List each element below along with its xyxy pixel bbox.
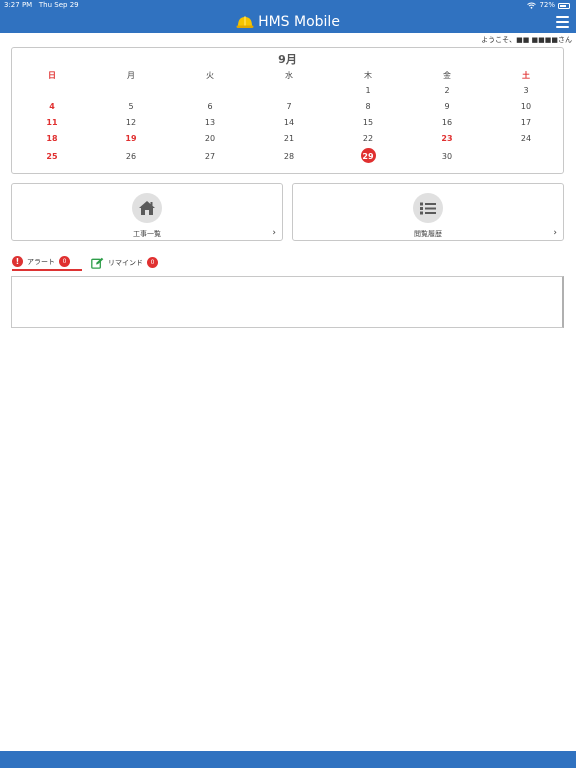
- weekday-header: 土: [522, 71, 530, 80]
- calendar-day[interactable]: 22: [338, 134, 398, 143]
- app-footer: [0, 751, 576, 768]
- calendar-day-today[interactable]: 29: [338, 152, 398, 161]
- edit-icon: [91, 257, 104, 269]
- calendar-day[interactable]: 3: [496, 86, 556, 95]
- calendar-day[interactable]: 20: [180, 134, 240, 143]
- calendar-day[interactable]: 5: [101, 102, 161, 111]
- calendar-day[interactable]: 18: [22, 134, 82, 143]
- remind-count-badge: 0: [147, 257, 158, 268]
- alert-count-badge: 0: [59, 256, 70, 267]
- calendar-month: 9月: [278, 53, 297, 66]
- calendar-day[interactable]: 11: [22, 118, 82, 127]
- calendar-day[interactable]: 6: [180, 102, 240, 111]
- construction-list-button[interactable]: 工事一覧 ›: [11, 183, 283, 241]
- tab-remind[interactable]: リマインド 0: [91, 254, 158, 271]
- calendar-day[interactable]: 28: [259, 152, 319, 161]
- app-title: HMS Mobile: [258, 14, 340, 30]
- calendar-day[interactable]: 27: [180, 152, 240, 161]
- chevron-right-icon: ›: [272, 228, 276, 238]
- weekday-header: 月: [127, 71, 135, 80]
- calendar-day[interactable]: 26: [101, 152, 161, 161]
- chevron-right-icon: ›: [553, 228, 557, 238]
- battery-percent: 72%: [539, 1, 555, 9]
- calendar-day[interactable]: 30: [417, 152, 477, 161]
- menu-icon[interactable]: [556, 16, 569, 28]
- calendar-day[interactable]: 16: [417, 118, 477, 127]
- app-header: 3:27 PM Thu Sep 29 72% HMS Mobile: [0, 0, 576, 33]
- welcome-text: ようこそ、■■ ■■■■さん: [481, 36, 572, 44]
- header-title-wrap: HMS Mobile: [0, 11, 576, 33]
- weekday-header: 水: [285, 71, 293, 80]
- calendar-day[interactable]: 9: [417, 102, 477, 111]
- construction-list-label: 工事一覧: [133, 230, 161, 238]
- status-right: 72%: [527, 0, 570, 11]
- wifi-icon: [527, 2, 537, 9]
- calendar-day[interactable]: 15: [338, 118, 398, 127]
- browse-history-label: 閲覧履歴: [414, 230, 442, 238]
- weekday-header: 木: [364, 71, 372, 80]
- status-time: 3:27 PM: [4, 1, 33, 9]
- calendar-day[interactable]: 8: [338, 102, 398, 111]
- weekday-header: 火: [206, 71, 214, 80]
- calendar-day[interactable]: 19: [101, 134, 161, 143]
- calendar-day[interactable]: 13: [180, 118, 240, 127]
- notification-panel: [11, 276, 564, 328]
- calendar-day[interactable]: 7: [259, 102, 319, 111]
- tab-alert[interactable]: ! アラート 0: [12, 254, 82, 271]
- calendar-day[interactable]: 2: [417, 86, 477, 95]
- status-time-date: 3:27 PM Thu Sep 29: [4, 0, 79, 11]
- status-bar: 3:27 PM Thu Sep 29 72%: [0, 0, 576, 11]
- calendar-day[interactable]: 14: [259, 118, 319, 127]
- list-icon-circle: [413, 193, 443, 223]
- browse-history-button[interactable]: 閲覧履歴 ›: [292, 183, 564, 241]
- list-icon: [420, 202, 436, 214]
- home-icon: [139, 201, 155, 215]
- tab-remind-label: リマインド: [108, 258, 143, 267]
- status-date: Thu Sep 29: [38, 1, 79, 9]
- calendar-day[interactable]: 10: [496, 102, 556, 111]
- battery-icon: [558, 2, 570, 9]
- calendar-day[interactable]: 21: [259, 134, 319, 143]
- hard-hat-icon: [236, 16, 254, 28]
- calendar: 9月 日月火水木金土 1 2 3 4 5 6 7 8 9 10 11 12 13 14 15 16 17 18 19 2…: [11, 47, 564, 174]
- tab-alert-label: アラート: [27, 257, 55, 266]
- calendar-day[interactable]: 17: [496, 118, 556, 127]
- calendar-day[interactable]: 25: [22, 152, 82, 161]
- calendar-day[interactable]: 23: [417, 134, 477, 143]
- weekday-header: 金: [443, 71, 451, 80]
- weekday-header: 日: [48, 71, 56, 80]
- calendar-day[interactable]: 12: [101, 118, 161, 127]
- home-icon-circle: [132, 193, 162, 223]
- calendar-day[interactable]: 4: [22, 102, 82, 111]
- calendar-day[interactable]: 24: [496, 134, 556, 143]
- calendar-day[interactable]: 1: [338, 86, 398, 95]
- alert-icon: !: [12, 256, 23, 267]
